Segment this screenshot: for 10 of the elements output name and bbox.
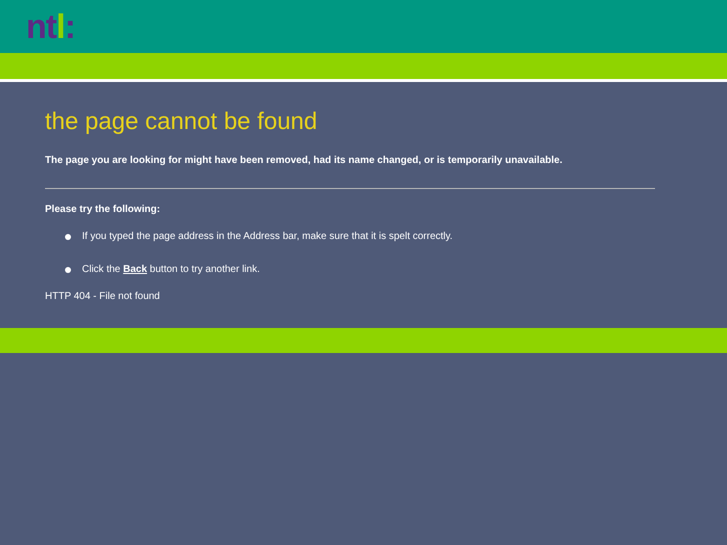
logo: ntl: [26,10,75,44]
error-code: HTTP 404 - File not found [45,290,160,304]
page-title: the page cannot be found [45,107,318,137]
bullet-icon [65,234,71,240]
suggestions-heading: Please try the following: [45,203,160,217]
back-link[interactable]: Back [123,264,148,275]
error-message: The page you are looking for might have been removed, had its name changed, or is temporarily unavailable. [45,154,562,168]
suggestion-text: If you typed the page address in the Address bar, make sure that it is spelt correctly. [82,230,453,244]
bullet-icon [65,266,71,272]
suggestion-text: Click the Back button to try another link. [82,263,260,277]
